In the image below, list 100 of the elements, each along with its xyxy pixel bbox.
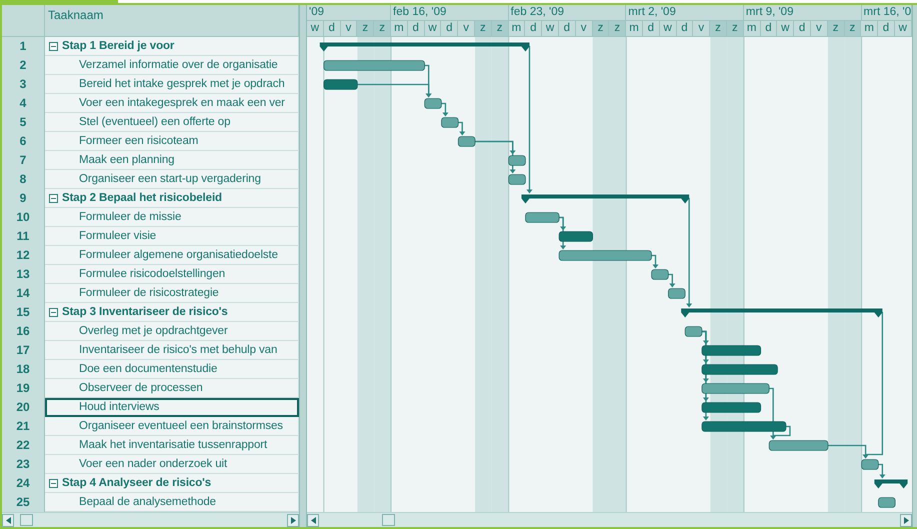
- task-cell[interactable]: Organiseer eventueel een brainstormses: [45, 417, 300, 436]
- row-number[interactable]: 19: [2, 379, 45, 398]
- scroll-left-button[interactable]: [2, 514, 14, 526]
- scroll-right-button[interactable]: [900, 514, 912, 526]
- task-bar[interactable]: [324, 79, 358, 90]
- task-bar[interactable]: [458, 136, 476, 147]
- task-cell[interactable]: Voer een nader onderzoek uit: [45, 455, 300, 474]
- task-cell[interactable]: Doe een documentenstudie: [45, 360, 300, 379]
- day-label: d: [676, 21, 694, 36]
- day-label: z: [828, 21, 845, 36]
- day-label: z: [474, 21, 492, 36]
- row-number[interactable]: 9: [2, 189, 45, 208]
- row-number[interactable]: 4: [2, 94, 45, 113]
- collapse-icon[interactable]: [49, 194, 58, 202]
- column-header[interactable]: Taaknaam: [45, 5, 300, 37]
- task-name: Organiseer eventueel een brainstormses: [79, 420, 283, 432]
- task-name: Stap 3 Inventariseer de risico's: [62, 306, 228, 318]
- header-corner: [2, 5, 45, 37]
- day-label: w: [424, 21, 442, 36]
- task-bar[interactable]: [651, 269, 669, 280]
- collapse-icon[interactable]: [49, 478, 58, 488]
- task-bar[interactable]: [861, 459, 879, 470]
- task-cell[interactable]: Maak een planning: [45, 151, 300, 170]
- task-cell[interactable]: Stap 3 Inventariseer de risico's: [45, 303, 300, 322]
- task-cell[interactable]: Formeer een risicoteam: [45, 132, 300, 151]
- day-label: z: [710, 21, 727, 36]
- task-cell[interactable]: Formulee risicodoelstellingen: [45, 265, 300, 284]
- horizontal-scrollbar[interactable]: [2, 512, 300, 527]
- task-cell[interactable]: Stel (eventueel) een offerte op: [45, 113, 300, 132]
- row-number[interactable]: 3: [2, 75, 45, 94]
- row-number[interactable]: 24: [2, 474, 45, 493]
- task-cell[interactable]: Stap 1 Bereid je voor: [45, 37, 300, 56]
- task-bar[interactable]: [424, 98, 442, 109]
- summary-bar[interactable]: [320, 42, 530, 52]
- row-number[interactable]: 15: [2, 303, 45, 322]
- row-number[interactable]: 21: [2, 417, 45, 436]
- summary-bar[interactable]: [681, 308, 882, 318]
- task-name: Overleg met je opdrachtgever: [79, 325, 228, 337]
- row-number[interactable]: 14: [2, 284, 45, 303]
- task-cell[interactable]: Maak het inventarisatie tussenrapport: [45, 436, 300, 455]
- task-cell[interactable]: Observeer de processen: [45, 379, 300, 398]
- scrollbar-thumb[interactable]: [382, 514, 396, 526]
- task-cell[interactable]: Formuleer algemene organisatiedoelste: [45, 246, 300, 265]
- task-bar[interactable]: [441, 117, 459, 128]
- task-cell[interactable]: Formuleer de risicostrategie: [45, 284, 300, 303]
- task-name: Formuleer de risicostrategie: [79, 287, 219, 299]
- row-number[interactable]: 13: [2, 265, 45, 284]
- task-bar[interactable]: [668, 288, 686, 299]
- task-cell[interactable]: Overleg met je opdrachtgever: [45, 322, 300, 341]
- summary-bar[interactable]: [522, 194, 690, 204]
- row-number[interactable]: 25: [2, 493, 45, 512]
- task-name: Voer een nader onderzoek uit: [79, 458, 228, 470]
- task-cell[interactable]: Stap 4 Analyseer de risico's: [45, 474, 300, 493]
- task-bar[interactable]: [878, 497, 896, 508]
- collapse-icon[interactable]: [49, 42, 58, 50]
- row-number[interactable]: 22: [2, 436, 45, 455]
- task-bar[interactable]: [702, 345, 762, 356]
- task-cell[interactable]: Organiseer een start-up vergadering: [45, 170, 300, 189]
- row-number[interactable]: 17: [2, 341, 45, 360]
- task-bar[interactable]: [525, 212, 560, 223]
- row-number[interactable]: 8: [2, 170, 45, 189]
- row-number[interactable]: 23: [2, 455, 45, 474]
- task-cell[interactable]: Verzamel informatie over de organisatie: [45, 56, 300, 75]
- horizontal-scrollbar[interactable]: [307, 512, 912, 527]
- task-bar[interactable]: [508, 174, 526, 185]
- task-name: Inventariseer de risico's met behulp van: [79, 344, 278, 356]
- selected-task-cell[interactable]: Houd interviews: [45, 398, 300, 417]
- row-number[interactable]: 6: [2, 132, 45, 151]
- day-label: z: [844, 21, 862, 36]
- task-cell[interactable]: Voer een intakegesprek en maak een ver: [45, 94, 300, 113]
- task-cell[interactable]: Inventariseer de risico's met behulp van: [45, 341, 300, 360]
- task-cell[interactable]: Bereid het intake gesprek met je opdrach: [45, 75, 300, 94]
- task-cell[interactable]: Bepaal de analysemethode: [45, 493, 300, 512]
- task-bar[interactable]: [702, 402, 762, 413]
- row-number[interactable]: 2: [2, 56, 45, 75]
- row-number[interactable]: 7: [2, 151, 45, 170]
- row-number[interactable]: 20: [2, 398, 45, 417]
- task-cell[interactable]: Formuleer visie: [45, 227, 300, 246]
- row-number[interactable]: 1: [2, 37, 45, 56]
- day-label: v: [340, 21, 358, 36]
- day-label: d: [760, 21, 778, 36]
- row-number[interactable]: 11: [2, 227, 45, 246]
- row-number[interactable]: 5: [2, 113, 45, 132]
- row-number[interactable]: 10: [2, 208, 45, 227]
- scrollbar-thumb[interactable]: [20, 514, 33, 526]
- task-name: Stel (eventueel) een offerte op: [79, 116, 230, 128]
- task-cell[interactable]: Stap 2 Bepaal het risicobeleid: [45, 189, 300, 208]
- task-bar[interactable]: [768, 440, 828, 451]
- row-number[interactable]: 12: [2, 246, 45, 265]
- task-bar[interactable]: [558, 231, 593, 242]
- day-label: z: [726, 21, 744, 36]
- task-bar[interactable]: [508, 155, 526, 166]
- scroll-left-button[interactable]: [307, 514, 320, 526]
- task-cell[interactable]: Formuleer de missie: [45, 208, 300, 227]
- summary-bar[interactable]: [874, 480, 908, 488]
- scroll-right-button[interactable]: [287, 514, 300, 526]
- task-bar[interactable]: [684, 326, 702, 337]
- row-number[interactable]: 16: [2, 322, 45, 341]
- row-number[interactable]: 18: [2, 360, 45, 379]
- collapse-icon[interactable]: [49, 308, 58, 316]
